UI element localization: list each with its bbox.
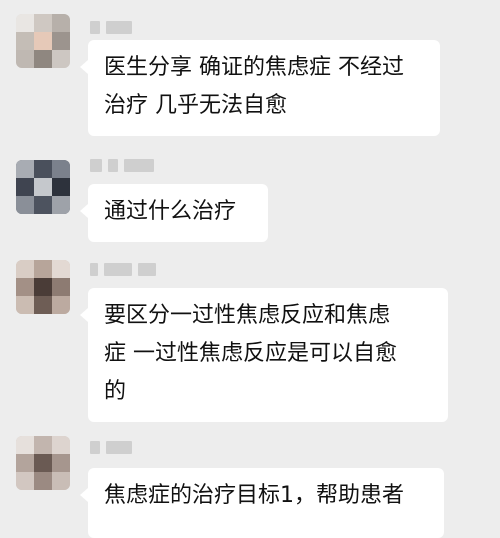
- sender-name: [90, 158, 154, 172]
- avatar[interactable]: [16, 436, 70, 490]
- avatar[interactable]: [16, 160, 70, 214]
- message-bubble[interactable]: 医生分享 确证的焦虑症 不经过 治疗 几乎无法自愈: [80, 40, 440, 136]
- message-bubble[interactable]: 要区分一过性焦虑反应和焦虑 症 一过性焦虑反应是可以自愈 的: [80, 288, 448, 422]
- message-bubble[interactable]: 通过什么治疗: [80, 184, 268, 242]
- message-bubble[interactable]: 焦虑症的治疗目标1，帮助患者: [80, 468, 444, 538]
- avatar[interactable]: [16, 14, 70, 68]
- sender-name: [90, 262, 156, 276]
- avatar[interactable]: [16, 260, 70, 314]
- sender-name: [90, 440, 132, 454]
- sender-name: [90, 20, 132, 34]
